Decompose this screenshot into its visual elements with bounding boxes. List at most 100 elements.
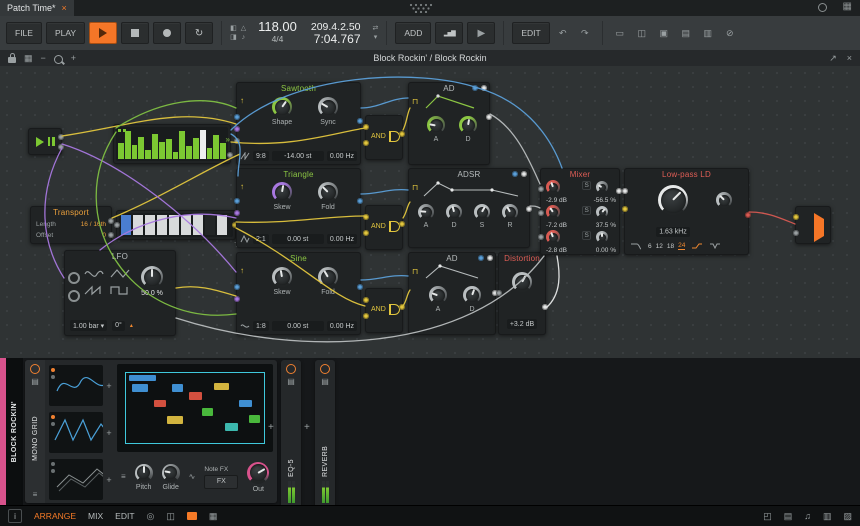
square-wave-icon[interactable]	[110, 285, 130, 296]
module-audio-out[interactable]	[795, 206, 831, 244]
port[interactable]	[58, 144, 64, 150]
seq-bar[interactable]	[186, 146, 192, 159]
pan-knob[interactable]	[596, 181, 608, 193]
seq-bar[interactable]	[173, 152, 179, 159]
solo-badge[interactable]: S	[582, 231, 591, 240]
module-and-2[interactable]: AND	[365, 205, 403, 250]
copy-icon[interactable]: ▤	[677, 28, 695, 39]
fx-button[interactable]: FX	[204, 475, 238, 489]
port[interactable]	[363, 140, 369, 146]
module-transport[interactable]: Transport Length 16 / 16th Offset 0	[30, 206, 112, 244]
snap-icon[interactable]: ▾	[374, 34, 378, 41]
out-knob[interactable]	[247, 462, 269, 484]
resonance-knob[interactable]	[716, 192, 732, 208]
slope-selector[interactable]: 6 12 18 24	[648, 242, 685, 250]
edit-button[interactable]: EDIT	[512, 22, 549, 44]
module-gates[interactable]: T	[116, 210, 236, 240]
out-port[interactable]	[526, 206, 532, 212]
attack-knob[interactable]	[418, 204, 434, 220]
mod-in-port[interactable]	[234, 126, 240, 132]
attack-knob[interactable]	[429, 286, 447, 304]
clip-note[interactable]	[214, 383, 229, 391]
zoom-in-button[interactable]: +	[71, 53, 76, 63]
device-mono-grid[interactable]: ▤ MONO GRID ≡ + +	[25, 360, 277, 503]
lock-icon[interactable]	[8, 57, 16, 63]
device-eq5[interactable]: ▤ EQ-5	[281, 360, 301, 511]
info-button[interactable]: i	[8, 509, 22, 523]
port[interactable]	[363, 124, 369, 130]
audio-out-port[interactable]	[357, 118, 363, 124]
slope-12[interactable]: 12	[656, 243, 663, 250]
port[interactable]	[399, 304, 405, 310]
length-value[interactable]: 16 / 16th	[81, 219, 106, 230]
decay-knob[interactable]	[446, 204, 462, 220]
port[interactable]	[487, 255, 493, 261]
port[interactable]	[472, 85, 478, 91]
port[interactable]	[512, 171, 518, 177]
seq-bar[interactable]	[159, 142, 165, 159]
tempo-display[interactable]: 118.00	[258, 21, 297, 33]
paste-icon[interactable]: ▥	[699, 28, 717, 39]
port[interactable]	[399, 131, 405, 137]
lfo-phase-value[interactable]: 0°	[112, 321, 125, 331]
saw-wave-icon[interactable]	[84, 285, 104, 296]
module-ad-top[interactable]: AD ⊓ A D	[408, 82, 490, 165]
sustain-knob[interactable]	[474, 204, 490, 220]
device-menu-icon[interactable]: ▤	[287, 378, 295, 386]
clip-note[interactable]	[167, 416, 182, 424]
gate-cell[interactable]	[133, 215, 143, 235]
split-icon[interactable]: ◫	[633, 28, 651, 39]
port[interactable]	[481, 85, 487, 91]
pan-value[interactable]: -56.5 %	[594, 197, 616, 204]
lfo-rate-value[interactable]: 1.00 bar ▾	[70, 320, 107, 331]
module-steps[interactable]: »	[113, 124, 231, 164]
out-port[interactable]	[542, 304, 548, 310]
sine-wave-icon[interactable]	[84, 268, 104, 279]
slope-18[interactable]: 18	[667, 243, 674, 250]
port[interactable]	[68, 290, 80, 302]
song-time-display[interactable]: 7:04.767	[311, 33, 361, 45]
pitch-value[interactable]: 0.00 st	[272, 234, 324, 244]
port[interactable]	[234, 138, 240, 144]
retrigger-port-icon[interactable]: ↑	[240, 97, 244, 105]
fold-knob[interactable]	[318, 182, 338, 202]
module-distortion[interactable]: Distortion +3.2 dB	[498, 252, 546, 335]
zoom-icon[interactable]	[54, 55, 63, 64]
wavetable-thumbnail[interactable]	[49, 459, 103, 499]
clip-note[interactable]	[129, 375, 157, 381]
seq-bar[interactable]	[200, 130, 206, 159]
pitch-knob[interactable]	[135, 464, 153, 482]
fill-icon[interactable]: ♪	[242, 34, 246, 41]
decay-knob[interactable]	[459, 116, 477, 134]
zoom-out-button[interactable]: −	[41, 53, 46, 63]
mod-port[interactable]	[622, 206, 628, 212]
audio-out-port[interactable]	[357, 198, 363, 204]
port[interactable]	[521, 171, 527, 177]
add-slot-button[interactable]: +	[103, 381, 115, 391]
drive-knob[interactable]	[512, 272, 532, 292]
clip-note[interactable]	[132, 384, 149, 392]
module-lowpass[interactable]: Low-pass LD 1.63 kHz 6 12 18 24	[624, 168, 749, 255]
punch-out-icon[interactable]: ◨	[230, 34, 237, 41]
seq-bar[interactable]	[213, 135, 219, 159]
slope-24[interactable]: 24	[678, 242, 685, 250]
volume-knob[interactable]	[546, 205, 560, 219]
port[interactable]	[58, 134, 64, 140]
pan-value[interactable]: 37.5 %	[596, 222, 616, 229]
ratio-value[interactable]: 1:8	[253, 321, 269, 331]
clip-note[interactable]	[249, 415, 260, 423]
pitch-value[interactable]: -14.00 st	[272, 151, 324, 161]
play-button[interactable]	[89, 22, 117, 44]
retrigger-port-icon[interactable]: ↑	[240, 183, 244, 191]
notifications-icon[interactable]	[818, 3, 827, 12]
seq-bar[interactable]	[179, 131, 185, 159]
pan-knob[interactable]	[596, 206, 608, 218]
grid-view-icon[interactable]: ▦	[24, 53, 33, 64]
freq-value[interactable]: 0.00 Hz	[327, 151, 357, 161]
port[interactable]	[363, 230, 369, 236]
skew-knob[interactable]	[272, 267, 292, 287]
glide-knob[interactable]	[162, 464, 180, 482]
ratio-value[interactable]: 9:8	[253, 151, 269, 161]
seq-bar[interactable]	[166, 139, 172, 159]
lfo-amount-value[interactable]: 50.0 %	[141, 290, 163, 297]
